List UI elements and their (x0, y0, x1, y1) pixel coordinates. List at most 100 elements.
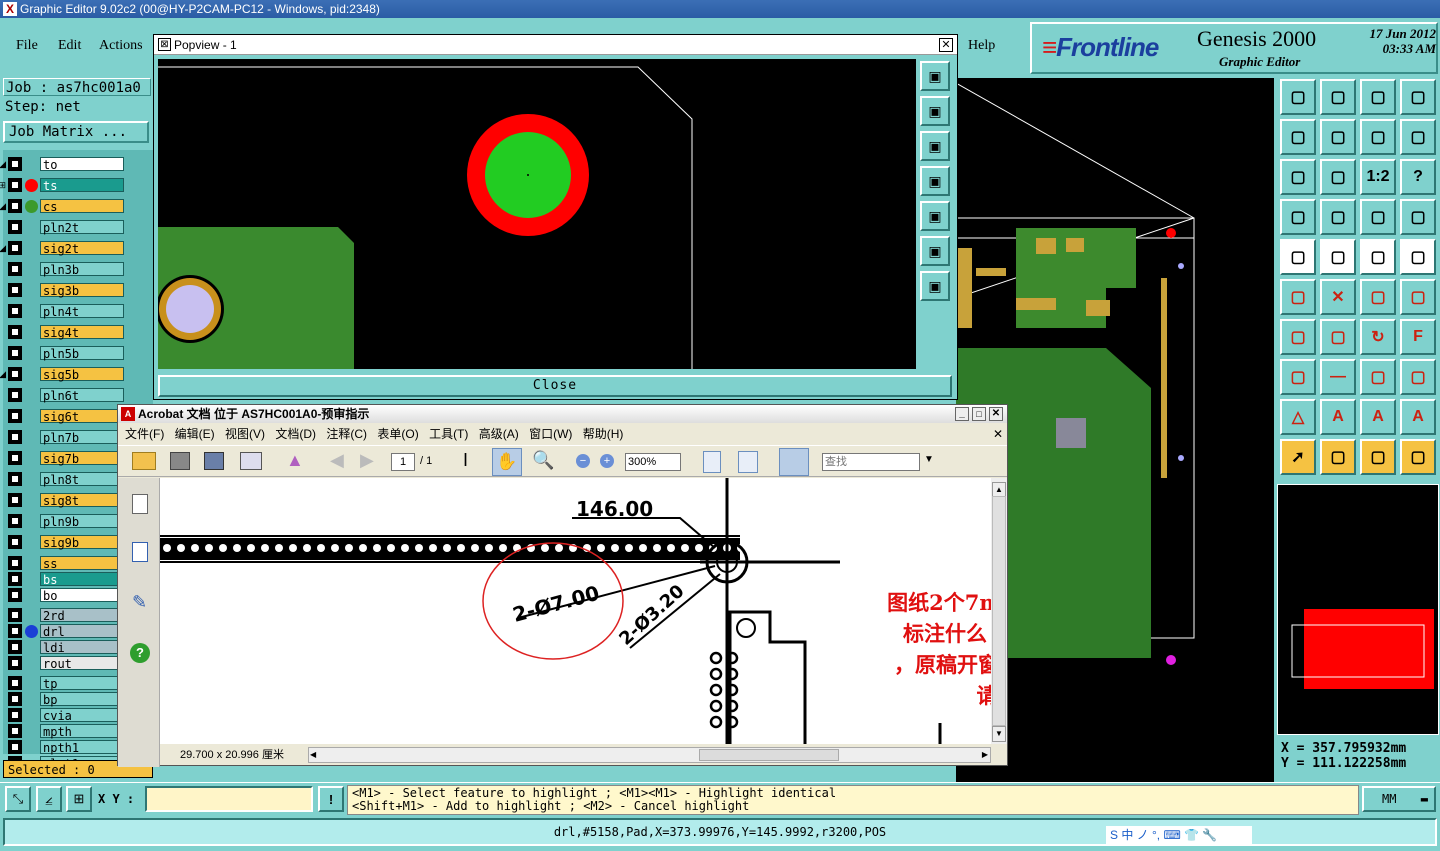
search-input[interactable] (822, 453, 920, 471)
fit-page-icon[interactable] (703, 451, 721, 473)
layer-name[interactable]: 2rd (40, 608, 124, 623)
layer-checkbox[interactable] (8, 692, 22, 706)
save-icon[interactable] (204, 452, 224, 470)
layer-checkbox[interactable] (8, 724, 22, 738)
pointer-frame-icon[interactable]: ▢ (1360, 439, 1396, 475)
job-matrix-button[interactable]: Job Matrix ... (3, 121, 149, 143)
zoom-out-icon[interactable]: − (576, 454, 590, 468)
layer-checkbox[interactable] (8, 199, 22, 213)
maximize-icon[interactable]: □ (972, 407, 986, 421)
scroll-thumb[interactable] (992, 496, 1006, 726)
a-cut-icon[interactable]: A (1400, 399, 1436, 435)
acr-menu-help[interactable]: 帮助(H) (583, 427, 624, 441)
angle-icon[interactable]: ▢ (1280, 319, 1316, 355)
scroll-right-icon[interactable]: ▶ (982, 748, 988, 762)
measure-icon[interactable]: ⦤ (36, 786, 62, 812)
layer-name[interactable]: bs (40, 572, 124, 587)
layer-name[interactable]: sig6t (40, 409, 124, 424)
text-F-icon[interactable]: F (1400, 319, 1436, 355)
units-select[interactable]: MM ▬ (1362, 786, 1436, 812)
layer-checkbox[interactable] (8, 220, 22, 234)
layer-checkbox[interactable] (8, 388, 22, 402)
scroll-down-icon[interactable]: ▼ (992, 726, 1006, 742)
layer-checkbox[interactable] (8, 304, 22, 318)
acr-menu-view[interactable]: 视图(V) (225, 427, 265, 441)
minimize-icon[interactable]: _ (955, 407, 969, 421)
swap-icon[interactable]: ▢ (1360, 119, 1396, 155)
connect-icon[interactable]: ▢ (1280, 279, 1316, 315)
traffic-light-red-icon[interactable]: ▢ (1400, 199, 1436, 235)
pv-right-icon[interactable]: ▣ (920, 201, 950, 231)
layer-checkbox[interactable] (8, 178, 22, 192)
frame-icon[interactable]: ▢ (1400, 239, 1436, 275)
layer-checkbox[interactable] (8, 283, 22, 297)
layer-name[interactable]: npth1 (40, 740, 124, 755)
single-page-icon[interactable] (779, 448, 809, 476)
bracket-icon[interactable]: ▢ (1360, 359, 1396, 395)
layer-name[interactable]: pln2t (40, 220, 124, 235)
search-dropdown-icon[interactable]: ▼ (924, 454, 934, 465)
zoom-in-icon[interactable]: + (600, 454, 614, 468)
help-icon[interactable]: ? (130, 643, 150, 663)
layer-name[interactable]: sig8t (40, 493, 124, 508)
layer-name[interactable]: bo (40, 588, 124, 603)
prev-page-icon[interactable]: ◀ (330, 450, 344, 471)
layer-name[interactable]: ss (40, 556, 124, 571)
layer-name[interactable]: pln5b (40, 346, 124, 361)
layer-checkbox[interactable] (8, 676, 22, 690)
zoom-page-icon[interactable]: ▢ (1280, 79, 1316, 115)
acr-menu-file[interactable]: 文件(F) (125, 427, 164, 441)
layer-checkbox[interactable] (8, 656, 22, 670)
acr-menu-advanced[interactable]: 高级(A) (479, 427, 519, 441)
layer-checkbox[interactable] (8, 740, 22, 754)
layer-checkbox[interactable] (8, 608, 22, 622)
layer-checkbox[interactable] (8, 430, 22, 444)
xy-input[interactable] (145, 786, 313, 812)
a-frame-icon[interactable]: A (1360, 399, 1396, 435)
zoom-tool-icon[interactable]: 🔍 (532, 450, 554, 471)
pv-fit-icon[interactable]: ▣ (920, 236, 950, 266)
menu-help[interactable]: Help (968, 38, 995, 54)
a-shape-icon[interactable]: A (1320, 399, 1356, 435)
pv-center-icon[interactable]: ▣ (920, 271, 950, 301)
scroll-left-icon[interactable]: ◀ (310, 748, 316, 762)
layer-checkbox[interactable] (8, 157, 22, 171)
pv-left-icon[interactable]: ▣ (920, 166, 950, 196)
select-text-icon[interactable]: I (463, 450, 468, 471)
acr-menu-edit[interactable]: 编辑(E) (175, 427, 215, 441)
help-icon[interactable]: ? (1400, 159, 1436, 195)
settings-icon[interactable]: ▢ (1280, 199, 1316, 235)
layer-checkbox[interactable] (8, 514, 22, 528)
layer-checkbox[interactable] (8, 624, 22, 638)
zoom-home-icon[interactable]: ▢ (1320, 79, 1356, 115)
pointer-icon[interactable]: ➚ (1280, 439, 1316, 475)
layer-name[interactable]: cs (40, 199, 124, 214)
acr-menu-tools[interactable]: 工具(T) (429, 427, 468, 441)
layer-checkbox[interactable] (8, 472, 22, 486)
layer-name[interactable]: pln6t (40, 388, 124, 403)
layer-name[interactable]: rout (40, 656, 124, 671)
overview-map[interactable] (1277, 484, 1439, 735)
email-icon[interactable] (240, 452, 262, 470)
signatures-icon[interactable]: ✎ (132, 592, 150, 612)
traffic-light-icon[interactable]: ▢ (1360, 199, 1396, 235)
ruler-icon[interactable]: ▢ (1360, 239, 1396, 275)
pv-down-icon[interactable]: ▣ (920, 131, 950, 161)
layer-name[interactable]: sig7b (40, 451, 124, 466)
layer-name[interactable]: bp (40, 692, 124, 707)
alert-icon[interactable]: ! (318, 786, 344, 812)
triangle-icon[interactable]: △ (1280, 399, 1316, 435)
pointer-box-icon[interactable]: ▢ (1320, 439, 1356, 475)
zoom-level-select[interactable]: 300% (625, 453, 681, 471)
hand-tool-icon[interactable]: ✋ (492, 448, 522, 476)
layer-name[interactable]: pln9b (40, 514, 124, 529)
layer-checkbox[interactable] (8, 588, 22, 602)
shapes-icon[interactable]: ▢ (1400, 359, 1436, 395)
fit-width-icon[interactable] (738, 451, 758, 473)
doc-close-icon[interactable]: ✕ (993, 424, 1003, 444)
arc-icon[interactable]: ↻ (1360, 319, 1396, 355)
layer-checkbox[interactable] (8, 451, 22, 465)
next-page-icon[interactable]: ▶ (360, 450, 374, 471)
vertical-scrollbar[interactable]: ▲ ▼ (991, 478, 1007, 744)
layer-name[interactable]: sig9b (40, 535, 124, 550)
